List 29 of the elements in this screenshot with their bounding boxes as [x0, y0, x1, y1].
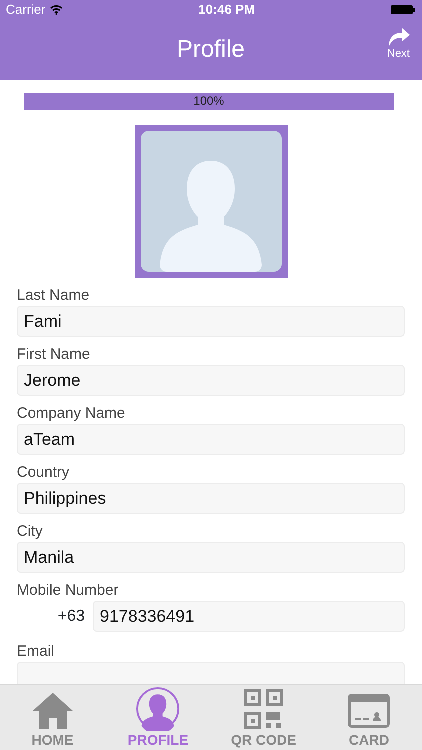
- input-field[interactable]: 9178336491: [93, 601, 405, 632]
- screen-title: Profile: [176, 35, 246, 65]
- qr-code-icon: [244, 689, 284, 731]
- field-label: Mobile Number: [17, 581, 120, 601]
- avatar-placeholder-icon: [140, 131, 282, 272]
- wifi-icon: [50, 5, 63, 15]
- field-label: City: [17, 522, 44, 542]
- status-time: 10:46 PM: [198, 1, 256, 20]
- input-field[interactable]: Fami: [17, 306, 405, 337]
- input-field[interactable]: Jerome: [17, 365, 405, 396]
- input-field[interactable]: Philippines: [17, 483, 405, 514]
- input-field[interactable]: [17, 662, 405, 684]
- field-label: Last Name: [17, 286, 91, 306]
- field-label: Email: [17, 642, 56, 662]
- avatar-frame[interactable]: [134, 125, 288, 278]
- country-code: +63: [56, 607, 86, 627]
- card-icon: [347, 691, 392, 731]
- forward-arrow-icon: [388, 28, 410, 48]
- field-label: First Name: [17, 345, 92, 365]
- input-field[interactable]: aTeam: [17, 424, 405, 455]
- carrier-name: Carrier: [6, 1, 46, 20]
- input-field[interactable]: Manila: [17, 542, 405, 573]
- next-button[interactable]: Next: [387, 28, 410, 60]
- field-label: Country: [17, 463, 71, 483]
- field-label: Company Name: [17, 404, 126, 424]
- progress-reading: 100%: [192, 93, 226, 110]
- house-icon: [30, 691, 75, 731]
- person-icon: [136, 687, 180, 731]
- battery-icon: [390, 5, 416, 15]
